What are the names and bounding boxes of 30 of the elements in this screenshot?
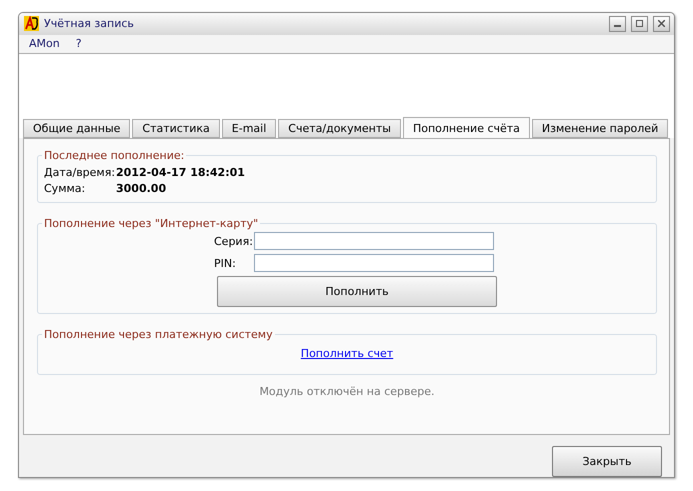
maximize-button[interactable] [631, 16, 648, 32]
field-label: Серия: [214, 234, 254, 248]
minimize-button[interactable] [609, 16, 626, 32]
input-field[interactable] [254, 232, 494, 250]
close-window-button[interactable] [653, 16, 670, 32]
group-title: Пополнение через платежную систему [43, 328, 274, 342]
menu-item[interactable]: ? [76, 37, 82, 50]
close-button[interactable]: Закрыть [552, 446, 662, 477]
tab[interactable]: Общие данные [23, 119, 130, 138]
tab[interactable]: E-mail [222, 119, 276, 138]
window-title: Учётная запись [44, 17, 135, 30]
field-label: Дата/время: [44, 166, 116, 180]
tab[interactable]: Пополнение счёта [402, 117, 530, 138]
group-title: Последнее пополнение: [43, 149, 186, 162]
close-icon [658, 20, 665, 28]
maximize-icon [636, 20, 643, 28]
topup-button[interactable]: Пополнить [217, 276, 497, 308]
status-text: Модуль отключён на сервере. [258, 385, 436, 398]
app-logo-icon [24, 16, 39, 32]
field-value: 3000.00 [116, 182, 168, 196]
input-field[interactable] [254, 254, 494, 272]
topup-link[interactable]: Пополнить счет [300, 347, 394, 360]
field-label: PIN: [214, 256, 237, 270]
menu-item[interactable]: AMon [29, 37, 60, 50]
group-title: Пополнение через "Интернет-карту" [43, 217, 260, 230]
tab[interactable]: Статистика [132, 119, 220, 138]
field-label: Сумма: [44, 182, 86, 196]
field-value: 2012-04-17 18:42:01 [116, 166, 246, 180]
tab[interactable]: Счета/документы [278, 119, 401, 138]
tab[interactable]: Изменение паролей [532, 119, 668, 138]
